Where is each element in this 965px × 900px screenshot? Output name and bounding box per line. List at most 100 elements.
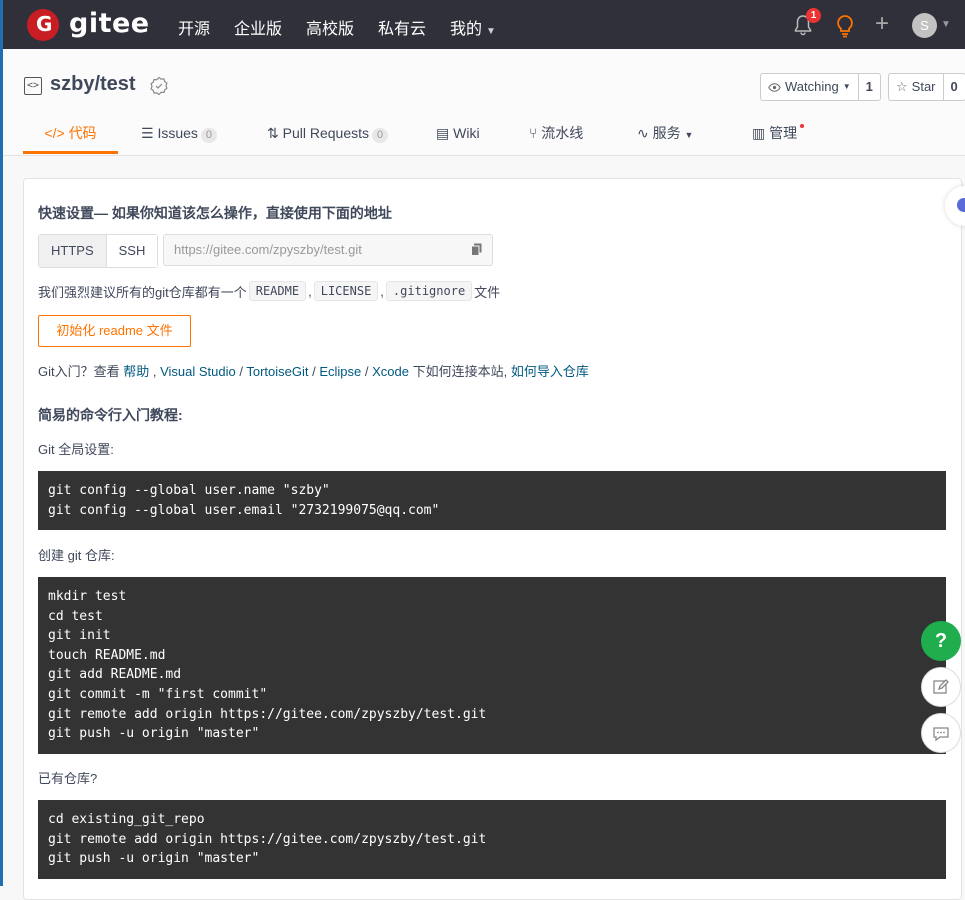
- chevron-down-icon: ▼: [684, 130, 694, 140]
- tab-wiki[interactable]: ▤ Wiki: [436, 113, 480, 153]
- help-button[interactable]: ?: [921, 621, 961, 661]
- nav-enterprise[interactable]: 企业版: [234, 15, 282, 39]
- code-line: git commit -m "first commit": [48, 686, 268, 702]
- tab-label: Wiki: [453, 125, 480, 141]
- tab-label: 代码: [68, 125, 97, 141]
- protocol-switch: HTTPS SSH: [38, 234, 159, 268]
- pull-request-icon: ⇅: [267, 125, 279, 141]
- git-help-prefix: Git入门？查看: [38, 364, 124, 379]
- chat-icon: [933, 727, 949, 742]
- code-line: touch README.md: [48, 647, 166, 663]
- tab-manage[interactable]: ▥ 管理: [752, 113, 805, 153]
- avatar[interactable]: S: [912, 13, 937, 38]
- clone-url-field[interactable]: https://gitee.com/zpyszby/test.git: [163, 234, 493, 266]
- star-count[interactable]: 0: [944, 74, 965, 100]
- badge-icon[interactable]: [149, 76, 169, 96]
- tortoisegit-link[interactable]: TortoiseGit: [246, 364, 308, 379]
- notification-dot: [800, 124, 805, 128]
- nav-mine-label: 我的: [450, 21, 483, 38]
- protocol-https[interactable]: HTTPS: [39, 235, 107, 267]
- lightbulb-icon[interactable]: [834, 14, 856, 38]
- tab-pipeline[interactable]: ⑂ 流水线: [529, 113, 583, 153]
- edit-icon: [933, 679, 949, 694]
- brand-name[interactable]: gitee: [69, 8, 150, 39]
- star-icon: ☆: [896, 79, 908, 94]
- star-label: Star: [911, 79, 936, 94]
- manage-icon: ▥: [752, 125, 766, 141]
- file-gitignore: .gitignore: [385, 281, 473, 301]
- create-repo-code: mkdir test cd test git init touch README…: [38, 577, 946, 754]
- star-button[interactable]: ☆ Star: [889, 74, 944, 100]
- watch-button[interactable]: Watching ▼: [761, 74, 859, 100]
- recommend-text: 我们强烈建议所有的git仓库都有一个 README, LICENSE, .git…: [38, 281, 500, 301]
- quick-setup-card: 快速设置— 如果你知道该怎么操作，直接使用下面的地址 HTTPS SSH htt…: [23, 178, 962, 900]
- init-readme-button[interactable]: 初始化 readme 文件: [38, 315, 191, 347]
- code-line: git config --global user.email "27321990…: [48, 502, 440, 518]
- chat-button[interactable]: [921, 713, 961, 753]
- plus-icon[interactable]: +: [875, 12, 889, 36]
- repo-header: <> szby/test Watching ▼ 1 ☆ Star 0 </> 代…: [3, 49, 965, 156]
- existing-repo-code: cd existing_git_repo git remote add orig…: [38, 800, 946, 879]
- recommend-suffix: 文件: [474, 284, 501, 300]
- repo-title[interactable]: szby/test: [50, 73, 136, 96]
- tab-count: 0: [372, 128, 389, 143]
- chevron-down-icon[interactable]: ▼: [941, 19, 951, 30]
- existing-repo-label: 已有仓库?: [38, 771, 98, 786]
- quick-setup-heading: 快速设置— 如果你知道该怎么操作，直接使用下面的地址: [38, 205, 392, 221]
- protocol-ssh[interactable]: SSH: [106, 235, 158, 267]
- code-line: git init: [48, 628, 111, 644]
- nav-open-source[interactable]: 开源: [178, 15, 210, 39]
- issue-icon: ☰: [141, 125, 154, 141]
- code-line: git push -u origin "master": [48, 851, 260, 867]
- tab-code[interactable]: </> 代码: [23, 113, 118, 154]
- create-repo-label: 创建 git 仓库:: [38, 548, 115, 563]
- tab-label: 流水线: [541, 125, 584, 141]
- code-icon: </>: [44, 125, 65, 141]
- window-edge: [0, 0, 3, 886]
- recommend-prefix: 我们强烈建议所有的git仓库都有一个: [38, 284, 247, 300]
- help-icon: ?: [934, 630, 948, 652]
- code-line: git remote add origin https://gitee.com/…: [48, 706, 487, 722]
- watch-count[interactable]: 1: [859, 74, 880, 100]
- assistant-icon: [957, 198, 965, 212]
- file-readme: README: [248, 281, 307, 301]
- watch-button-group: Watching ▼ 1: [760, 73, 881, 101]
- git-help-text: Git入门？查看 帮助 , Visual Studio / TortoiseGi…: [38, 364, 589, 379]
- tab-count: 0: [200, 128, 218, 143]
- global-setup-label: Git 全局设置:: [38, 442, 114, 457]
- star-button-group: ☆ Star 0: [888, 73, 965, 101]
- copy-icon[interactable]: [471, 243, 482, 256]
- tab-issues[interactable]: ☰ Issues 0: [141, 113, 218, 153]
- xcode-link[interactable]: Xcode: [372, 364, 409, 379]
- code-line: mkdir test: [48, 589, 127, 604]
- nav-university[interactable]: 高校版: [306, 15, 354, 39]
- nav-private-cloud[interactable]: 私有云: [378, 15, 426, 39]
- clone-url: https://gitee.com/zpyszby/test.git: [174, 242, 362, 257]
- eye-icon: [768, 82, 781, 92]
- code-line: git config --global user.name "szby": [48, 483, 330, 498]
- chevron-down-icon: ▼: [842, 82, 851, 91]
- visual-studio-link[interactable]: Visual Studio: [160, 364, 236, 379]
- tab-services[interactable]: ∿ 服务 ▼: [637, 113, 693, 153]
- help-link[interactable]: 帮助: [123, 364, 149, 379]
- watch-label: Watching: [785, 79, 839, 94]
- feedback-button[interactable]: [921, 667, 961, 707]
- gitee-logo-icon[interactable]: G: [27, 9, 59, 41]
- code-line: cd test: [48, 608, 103, 624]
- import-repo-link[interactable]: 如何导入仓库: [511, 364, 589, 379]
- git-help-mid: 下如何连接本站,: [408, 364, 511, 379]
- code-line: git add README.md: [48, 667, 182, 683]
- nav-mine[interactable]: 我的 ▼: [450, 15, 496, 39]
- notification-badge: 1: [806, 8, 821, 23]
- file-license: LICENSE: [313, 281, 379, 301]
- chevron-down-icon: ▼: [486, 26, 496, 37]
- tutorial-heading: 简易的命令行入门教程:: [38, 407, 183, 423]
- global-setup-code: git config --global user.name "szby" git…: [38, 471, 946, 531]
- tab-pull-requests[interactable]: ⇅ Pull Requests 0: [267, 113, 389, 153]
- wiki-icon: ▤: [436, 125, 450, 141]
- tab-label: Pull Requests: [282, 125, 370, 141]
- service-icon: ∿: [637, 125, 649, 141]
- code-line: cd existing_git_repo: [48, 812, 205, 827]
- code-line: git push -u origin "master": [48, 726, 260, 742]
- eclipse-link[interactable]: Eclipse: [319, 364, 361, 379]
